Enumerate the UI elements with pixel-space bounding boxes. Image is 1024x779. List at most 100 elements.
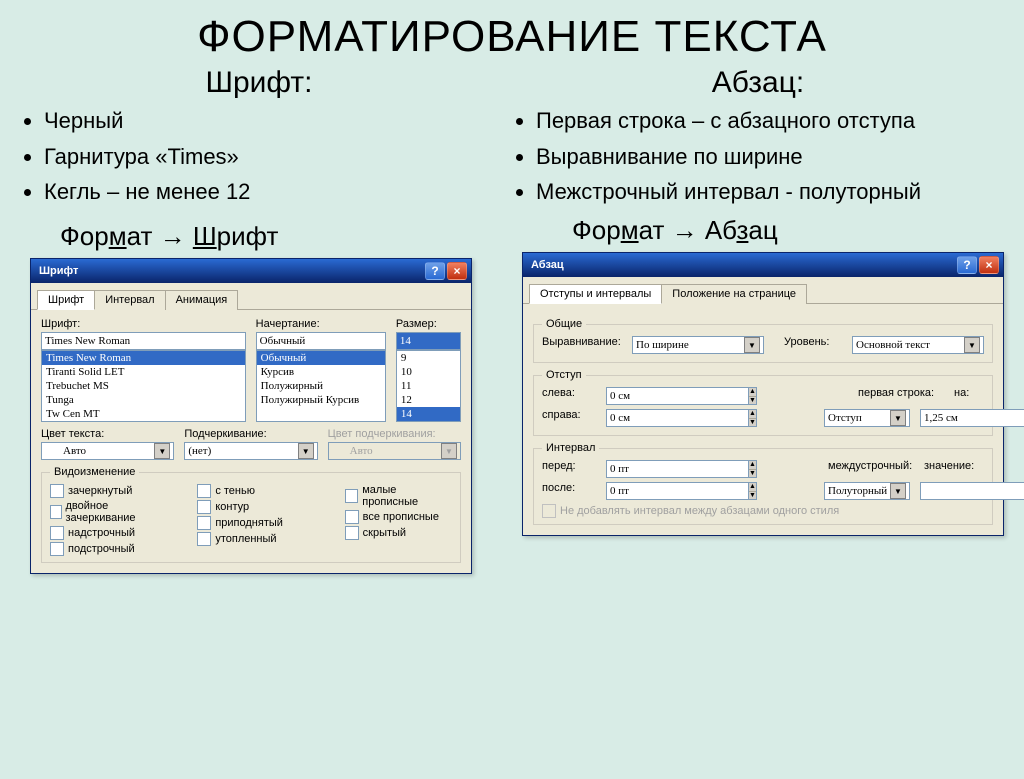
list-item: Черный [44,106,498,136]
list-item: Межстрочный интервал - полуторный [536,177,1004,207]
effect-checkbox[interactable]: приподнятый [197,516,304,530]
list-item[interactable]: Tw Cen MT [42,407,245,421]
style-listbox[interactable]: Обычный Курсив Полужирный Полужирный Кур… [256,350,386,422]
titlebar[interactable]: Шрифт ? × [31,259,471,283]
list-item[interactable]: Tiranti Solid LET [42,365,245,379]
effects-group: Видоизменение зачеркнутый двойное зачерк… [41,466,461,563]
close-icon[interactable]: × [979,256,999,274]
align-label: Выравнивание: [542,336,622,354]
color-label: Цвет текста: [41,428,174,440]
size-input[interactable] [396,332,461,350]
list-item[interactable]: Полужирный [257,379,385,393]
list-item[interactable]: 9 [397,351,460,365]
font-listbox[interactable]: Times New Roman Tiranti Solid LET Trebuc… [41,350,246,422]
tab-font[interactable]: Шрифт [37,290,95,310]
level-label: Уровень: [784,336,842,354]
chevron-down-icon: ▼ [890,410,906,426]
font-input[interactable] [41,332,246,350]
list-item[interactable]: Обычный [257,351,385,365]
list-item[interactable]: 11 [397,379,460,393]
chevron-down-icon: ▼ [298,443,314,459]
right-label: справа: [542,409,596,427]
general-group: Общие Выравнивание: По ширине▼ Уровень: … [533,318,993,363]
list-item[interactable]: 10 [397,365,460,379]
effect-checkbox[interactable]: малые прописные [345,484,452,508]
font-label: Шрифт: [41,318,246,330]
list-item[interactable]: 12 [397,393,460,407]
titlebar[interactable]: Абзац ? × [523,253,1003,277]
chevron-down-icon: ▼ [154,443,170,459]
before-label: перед: [542,460,596,478]
list-item[interactable]: Курсив [257,365,385,379]
align-dropdown[interactable]: По ширине▼ [632,336,764,354]
effects-legend: Видоизменение [50,466,139,478]
after-label: после: [542,482,596,500]
dialog-title: Абзац [531,259,564,271]
list-item[interactable]: Times New Roman [42,351,245,365]
effect-checkbox[interactable]: зачеркнутый [50,484,157,498]
effect-checkbox[interactable]: с тенью [197,484,304,498]
linespc-value-spinner[interactable]: ▲▼ [920,482,984,500]
right-bullets: Первая строка – с абзацного отступа Выра… [536,106,1004,207]
firstline-dropdown[interactable]: Отступ▼ [824,409,910,427]
tab-position[interactable]: Положение на странице [661,284,807,304]
ulcolor-dropdown: Авто▼ [328,442,461,460]
menu-path-paragraph: Формат → Абзац [572,215,1004,246]
linespc-dropdown[interactable]: Полуторный▼ [824,482,910,500]
left-heading: Шрифт: [20,66,498,100]
level-dropdown[interactable]: Основной текст▼ [852,336,984,354]
chevron-down-icon: ▼ [441,443,457,459]
help-icon[interactable]: ? [425,262,445,280]
indent-right-spinner[interactable]: ▲▼ [606,409,670,427]
help-icon[interactable]: ? [957,256,977,274]
dont-add-checkbox: Не добавлять интервал между абзацами одн… [542,504,984,518]
chevron-down-icon: ▼ [964,337,980,353]
paragraph-dialog: Абзац ? × Отступы и интервалы Положение … [522,252,1004,536]
effect-checkbox[interactable]: подстрочный [50,542,157,556]
menu-path-font: Формат → Шрифт [60,221,498,252]
ulcolor-label: Цвет подчеркивания: [328,428,461,440]
effect-checkbox[interactable]: надстрочный [50,526,157,540]
left-label: слева: [542,387,596,405]
first-label: первая строка: [858,387,944,405]
color-dropdown[interactable]: Авто▼ [41,442,174,460]
indent-group: Отступ слева: ▲▼ первая строка: на: спра… [533,369,993,436]
list-item[interactable]: Полужирный Курсив [257,393,385,407]
effect-checkbox[interactable]: двойное зачеркивание [50,500,157,524]
left-bullets: Черный Гарнитура «Times» Кегль – не мене… [44,106,498,207]
tab-indents[interactable]: Отступы и интервалы [529,284,662,304]
right-heading: Абзац: [512,66,1004,100]
list-item[interactable]: Trebuchet MS [42,379,245,393]
indent-left-spinner[interactable]: ▲▼ [606,387,670,405]
effect-checkbox[interactable]: утопленный [197,532,304,546]
indent-legend: Отступ [542,369,586,381]
list-item[interactable]: Tunga [42,393,245,407]
by-label: на: [954,387,984,405]
list-item[interactable]: 14 [397,407,460,421]
effect-checkbox[interactable]: все прописные [345,510,452,524]
list-item: Первая строка – с абзацного отступа [536,106,1004,136]
tab-animation[interactable]: Анимация [165,290,239,310]
tab-interval[interactable]: Интервал [94,290,165,310]
dialog-title: Шрифт [39,265,78,277]
list-item: Кегль – не менее 12 [44,177,498,207]
chevron-down-icon: ▼ [744,337,760,353]
chevron-down-icon: ▼ [890,483,906,499]
size-label: Размер: [396,318,461,330]
list-item: Выравнивание по ширине [536,142,1004,172]
effect-checkbox[interactable]: контур [197,500,304,514]
value-label: значение: [924,460,984,478]
effect-checkbox[interactable]: скрытый [345,526,452,540]
underline-dropdown[interactable]: (нет)▼ [184,442,317,460]
spacing-before-spinner[interactable]: ▲▼ [606,460,670,478]
list-item: Гарнитура «Times» [44,142,498,172]
firstline-by-spinner[interactable]: ▲▼ [920,409,984,427]
style-input[interactable] [256,332,386,350]
size-listbox[interactable]: 9 10 11 12 14 [396,350,461,422]
style-label: Начертание: [256,318,386,330]
spacing-group: Интервал перед: ▲▼ междустрочный: значен… [533,442,993,525]
spacing-after-spinner[interactable]: ▲▼ [606,482,670,500]
spacing-legend: Интервал [542,442,599,454]
slide-title: ФОРМАТИРОВАНИЕ ТЕКСТА [0,12,1024,62]
close-icon[interactable]: × [447,262,467,280]
